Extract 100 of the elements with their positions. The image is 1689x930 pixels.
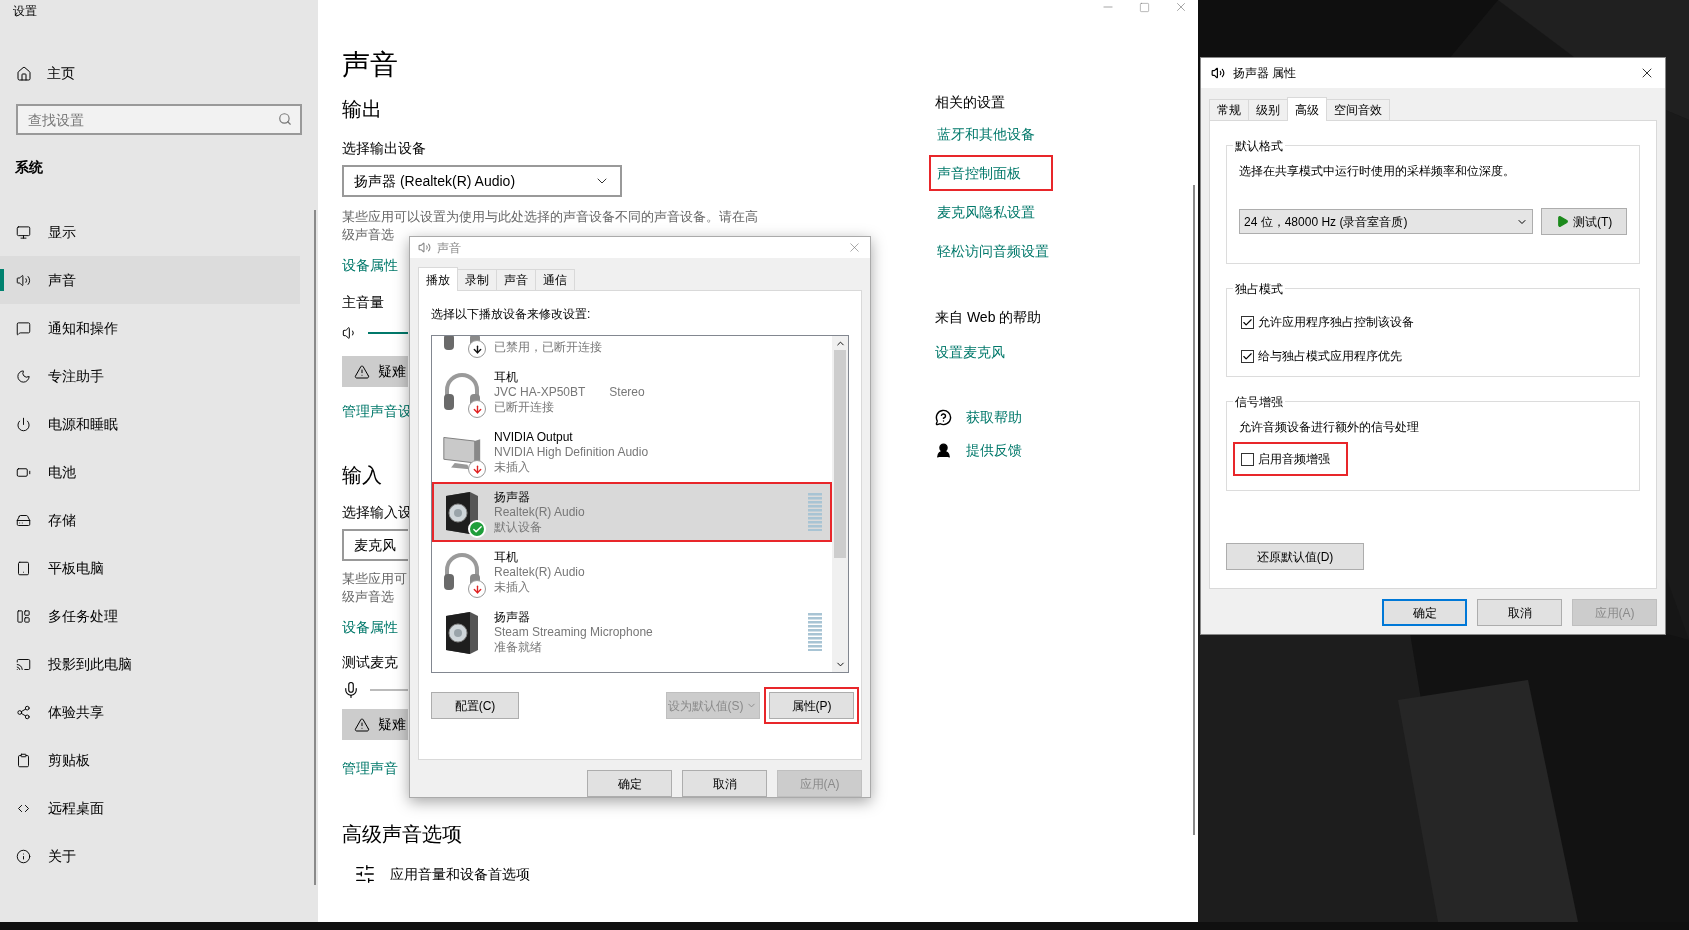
- sidebar-item[interactable]: 电池: [0, 448, 300, 496]
- related-link[interactable]: 麦克风隐私设置: [937, 201, 1035, 223]
- device-detail: Steam Streaming Microphone: [494, 624, 653, 640]
- speaker-icon: [16, 272, 31, 288]
- related-link[interactable]: 声音控制面板: [937, 162, 1021, 184]
- dialog-button[interactable]: 取消: [1477, 599, 1562, 626]
- field-label: 选择输入设: [342, 503, 412, 522]
- group-title: 独占模式: [1233, 280, 1285, 298]
- device-status: 已禁用，已断开连接: [494, 339, 602, 355]
- app-title: 设置: [13, 3, 37, 20]
- restore-defaults-button[interactable]: 还原默认值(D): [1226, 543, 1364, 570]
- device-name: 耳机: [494, 369, 518, 385]
- device-row[interactable]: 扬声器 Steam Streaming Microphone 准备就绪: [432, 602, 832, 662]
- panels-icon: [16, 608, 31, 624]
- device-detail: JVC HA-XP50BT: [494, 384, 586, 400]
- description-text: 级声音选: [342, 227, 394, 243]
- sidebar-item[interactable]: 投影到此电脑: [0, 640, 300, 688]
- help-icon: [935, 409, 952, 426]
- device-status: 默认设备: [494, 519, 542, 535]
- sidebar-item[interactable]: 关于: [0, 832, 300, 880]
- search-field[interactable]: 查找设置: [16, 104, 302, 135]
- device-status: 未插入: [494, 579, 530, 595]
- device-row[interactable]: 耳机 JVC HA-XP50BT Stereo 已断开连接: [432, 362, 832, 422]
- share-icon: [16, 704, 31, 720]
- checkbox[interactable]: [1241, 315, 1254, 329]
- output-device-dropdown[interactable]: 扬声器 (Realtek(R) Audio): [342, 165, 622, 197]
- option-title[interactable]: 应用音量和设备首选项: [390, 863, 530, 885]
- device-status: 已断开连接: [494, 399, 554, 415]
- section-heading: 来自 Web 的帮助: [935, 308, 1042, 327]
- troubleshoot-button[interactable]: 疑难: [342, 356, 408, 387]
- device-name: NVIDIA Output: [494, 429, 573, 445]
- scrollbar[interactable]: [832, 336, 848, 672]
- power-icon: [16, 416, 31, 432]
- device-properties-link[interactable]: 设备属性: [342, 617, 398, 638]
- configure-button[interactable]: 配置(C): [431, 692, 519, 719]
- tablet-icon: [16, 560, 31, 576]
- checkbox-label[interactable]: 允许应用程序独占控制该设备: [1258, 313, 1414, 331]
- sidebar-item[interactable]: 平板电脑: [0, 544, 300, 592]
- sidebar-item[interactable]: 声音: [0, 256, 300, 304]
- test-button[interactable]: 测试(T): [1541, 208, 1627, 235]
- feedback-link[interactable]: 提供反馈: [966, 440, 1022, 461]
- help-link[interactable]: 设置麦克风: [935, 342, 1005, 363]
- properties-button[interactable]: 属性(P): [769, 692, 854, 719]
- speaker-icon: [418, 241, 431, 254]
- device-detail: NVIDIA High Definition Audio: [494, 444, 649, 460]
- dialog-button[interactable]: 取消: [682, 770, 767, 797]
- device-row[interactable]: 耳机 Realtek(R) Audio 未插入: [432, 542, 832, 602]
- sidebar-item[interactable]: 显示: [0, 208, 300, 256]
- checkbox-label[interactable]: 给与独占模式应用程序优先: [1258, 347, 1402, 365]
- description-text: 某些应用可: [342, 571, 407, 587]
- device-row[interactable]: NVIDIA Output NVIDIA High Definition Audio 未插入: [432, 422, 832, 482]
- dialog-title: 声音: [437, 239, 462, 257]
- troubleshoot-button[interactable]: 疑难: [342, 709, 408, 740]
- manage-devices-link[interactable]: 管理声音设: [342, 401, 412, 422]
- help-link[interactable]: 获取帮助: [966, 407, 1022, 428]
- checkbox-label[interactable]: 启用音频增强: [1258, 450, 1330, 468]
- speaker-icon: [1211, 66, 1225, 80]
- section-heading: 相关的设置: [935, 93, 1005, 112]
- dialog-tab[interactable]: 空间音效: [1326, 99, 1390, 120]
- checkbox[interactable]: [1241, 349, 1254, 363]
- moon-icon: [16, 368, 31, 384]
- dialog-tab[interactable]: 常规: [1209, 99, 1249, 120]
- field-label: 选择输出设备: [342, 139, 426, 158]
- speaker-icon: [444, 610, 480, 654]
- home-icon: [16, 65, 32, 82]
- info-icon: [16, 848, 31, 864]
- drive-icon: [16, 512, 31, 528]
- clipboard-icon: [16, 752, 31, 768]
- checkbox[interactable]: [1241, 452, 1254, 466]
- device-properties-link[interactable]: 设备属性: [342, 255, 398, 276]
- sidebar-item[interactable]: 剪贴板: [0, 736, 300, 784]
- dialog-button[interactable]: 确定: [1382, 599, 1467, 626]
- sidebar-item[interactable]: 多任务处理: [0, 592, 300, 640]
- speaker-icon: [444, 490, 480, 534]
- dialog-button[interactable]: 确定: [587, 770, 672, 797]
- home-item[interactable]: 主页: [16, 63, 75, 84]
- dialog-title: 扬声器 属性: [1233, 65, 1298, 82]
- sidebar-item[interactable]: 远程桌面: [0, 784, 300, 832]
- dialog-tab[interactable]: 通信: [535, 269, 575, 290]
- device-status: 准备就绪: [494, 639, 542, 655]
- dialog-tab[interactable]: 高级: [1287, 97, 1327, 121]
- sidebar-item[interactable]: 通知和操作: [0, 304, 300, 352]
- warning-icon: [354, 363, 370, 380]
- description-text: 某些应用可以设置为使用与此处选择的声音设备不同的声音设备。请在高: [342, 209, 758, 225]
- format-dropdown[interactable]: 24 位，48000 Hz (录音室音质): [1239, 209, 1534, 234]
- device-row[interactable]: 扬声器 Realtek(R) Audio 默认设备: [432, 482, 832, 542]
- dialog-tab[interactable]: 播放: [418, 267, 458, 291]
- group-title: 默认格式: [1233, 137, 1285, 155]
- device-name: 扬声器: [494, 489, 530, 505]
- sidebar-item[interactable]: 电源和睡眠: [0, 400, 300, 448]
- related-link[interactable]: 蓝牙和其他设备: [937, 123, 1035, 145]
- description-text: 级声音选: [342, 589, 394, 605]
- search-icon: [278, 112, 292, 126]
- play-icon: [1555, 215, 1569, 228]
- sidebar-item[interactable]: 存储: [0, 496, 300, 544]
- sidebar-item[interactable]: 专注助手: [0, 352, 300, 400]
- related-link[interactable]: 轻松访问音频设置: [937, 240, 1049, 262]
- manage-devices-link[interactable]: 管理声音: [342, 758, 398, 779]
- input-device-dropdown[interactable]: 麦克风: [342, 529, 408, 561]
- sidebar-item[interactable]: 体验共享: [0, 688, 300, 736]
